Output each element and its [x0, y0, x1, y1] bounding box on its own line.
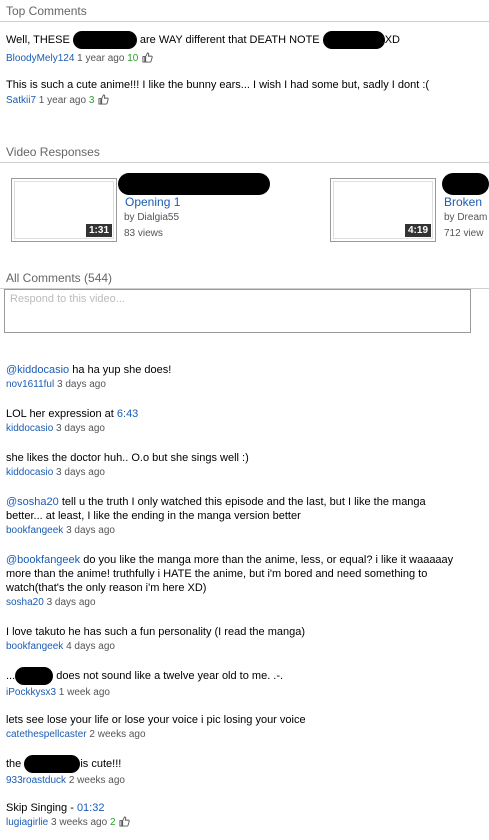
comment-time: 3 weeks ago [51, 817, 108, 828]
video-author: by Dialgia55 [124, 212, 180, 223]
comment-time: 1 year ago [77, 53, 125, 64]
comment-text: Well, THESE [6, 33, 70, 46]
comment-item: ... does not sound like a twelve year ol… [0, 667, 489, 700]
comment-username[interactable]: sosha20 [6, 597, 44, 608]
timestamp-link[interactable]: 6:43 [117, 408, 138, 420]
comment-item: the is cute!!! 933roastduck 2 weeks ago [0, 755, 489, 788]
thumbs-up-icon[interactable] [142, 52, 153, 63]
comment-item: @sosha20 tell u the truth I only watched… [0, 495, 452, 538]
comment-text: Skip Singing - [6, 802, 74, 814]
comment-text: I love takuto he has such a fun personal… [6, 626, 306, 638]
redaction [118, 173, 270, 195]
mention-link[interactable]: @kiddocasio [6, 364, 69, 376]
top-comments-heading: Top Comments [6, 4, 87, 18]
comment-username[interactable]: 933roastduck [6, 775, 66, 786]
comment-time: 3 days ago [56, 423, 105, 434]
video-author: by Dream [444, 212, 488, 223]
respond-placeholder: Respond to this video... [10, 293, 125, 305]
comment-username[interactable]: kiddocasio [6, 467, 53, 478]
comment-time: 3 days ago [56, 467, 105, 478]
redaction [442, 173, 489, 195]
video-thumbnail[interactable]: 4:19 [330, 178, 436, 242]
mention-link[interactable]: @sosha20 [6, 496, 59, 508]
comment-time: 3 days ago [46, 597, 96, 608]
comment-rating: 10 [127, 53, 139, 64]
thumbs-up-icon[interactable] [119, 816, 130, 827]
comment-username[interactable]: iPockkysx3 [6, 687, 56, 698]
redaction [15, 667, 54, 685]
comment-rating: 3 [88, 95, 95, 106]
comment-time: 2 weeks ago [89, 729, 146, 740]
video-responses-heading: Video Responses [6, 145, 100, 159]
comment-rating: 2 [109, 817, 116, 828]
comment-text: ... [6, 669, 16, 682]
comment-text: the [6, 757, 22, 770]
comment-username[interactable]: catethespellcaster [6, 729, 87, 740]
comment-item: she likes the doctor huh.. O.o but she s… [0, 451, 489, 480]
mention-link[interactable]: @bookfangeek [6, 554, 80, 566]
comment-text: LOL her expression at [6, 408, 114, 420]
redaction [72, 31, 137, 49]
comment-username[interactable]: bookfangeek [6, 641, 63, 652]
comment-time: 1 week ago [58, 687, 110, 698]
comment-text: XD [384, 33, 400, 46]
video-duration: 4:19 [403, 223, 432, 238]
video-responses-header: Video Responses [0, 141, 489, 163]
comment-item: @kiddocasio ha ha yup she does! nov1611f… [0, 363, 489, 392]
thumbs-up-icon[interactable] [98, 94, 109, 105]
comment-username[interactable]: nov1611ful [6, 379, 54, 390]
timestamp-link[interactable]: 01:32 [77, 802, 105, 814]
comment-item: LOL her expression at 6:43 kiddocasio 3 … [0, 407, 489, 436]
video-views: 83 views [124, 228, 163, 239]
comment-username[interactable]: BloodyMely124 [6, 53, 74, 64]
comment-username[interactable]: bookfangeek [6, 525, 63, 536]
comment-time: 1 year ago [38, 95, 87, 106]
comment-item: Skip Singing - 01:32 lugiagirlie 3 weeks… [0, 801, 489, 830]
comment-text: are WAY different that DEATH NOTE [139, 33, 320, 46]
all-comments-header: All Comments (544) [0, 267, 489, 289]
comment-text: does not sound like a twelve year old to… [56, 669, 284, 682]
comment-time: 3 days ago [56, 379, 106, 390]
video-duration: 1:31 [84, 223, 113, 238]
comment-item: lets see lose your life or lose your voi… [0, 713, 489, 742]
top-comment-1: Well, THESE are WAY different that DEATH… [0, 31, 489, 66]
comment-time: 2 weeks ago [68, 775, 125, 786]
comment-username[interactable]: kiddocasio [6, 423, 53, 434]
all-comments-heading: All Comments (544) [6, 271, 113, 285]
comment-text: is cute!!! [80, 757, 122, 770]
top-comments-header: Top Comments [0, 0, 489, 22]
video-thumbnail[interactable]: 1:31 [11, 178, 117, 242]
comment-text: she likes the doctor huh.. O.o but she s… [6, 452, 249, 464]
comment-username[interactable]: lugiagirlie [6, 817, 48, 828]
video-title[interactable]: Opening 1 [125, 195, 180, 209]
comment-text: lets see lose your life or lose your voi… [6, 714, 306, 726]
top-comment-2: This is such a cute anime!!! I like the … [0, 78, 482, 108]
comment-username[interactable]: Satkii7 [6, 95, 36, 106]
video-views: 712 view [444, 228, 484, 239]
comment-text: This is such a cute anime!!! I like the … [6, 79, 430, 91]
redaction [322, 31, 385, 49]
comment-time: 4 days ago [66, 641, 115, 652]
redaction [24, 755, 81, 773]
comment-item: I love takuto he has such a fun personal… [0, 625, 489, 654]
comment-time: 3 days ago [66, 525, 115, 536]
comment-text: tell u the truth I only watched this epi… [6, 496, 426, 522]
video-title[interactable]: Broken [444, 195, 482, 209]
comment-text: ha ha yup she does! [72, 364, 172, 376]
comment-item: @bookfangeek do you like the manga more … [0, 553, 472, 610]
respond-input[interactable]: Respond to this video... [4, 289, 471, 333]
